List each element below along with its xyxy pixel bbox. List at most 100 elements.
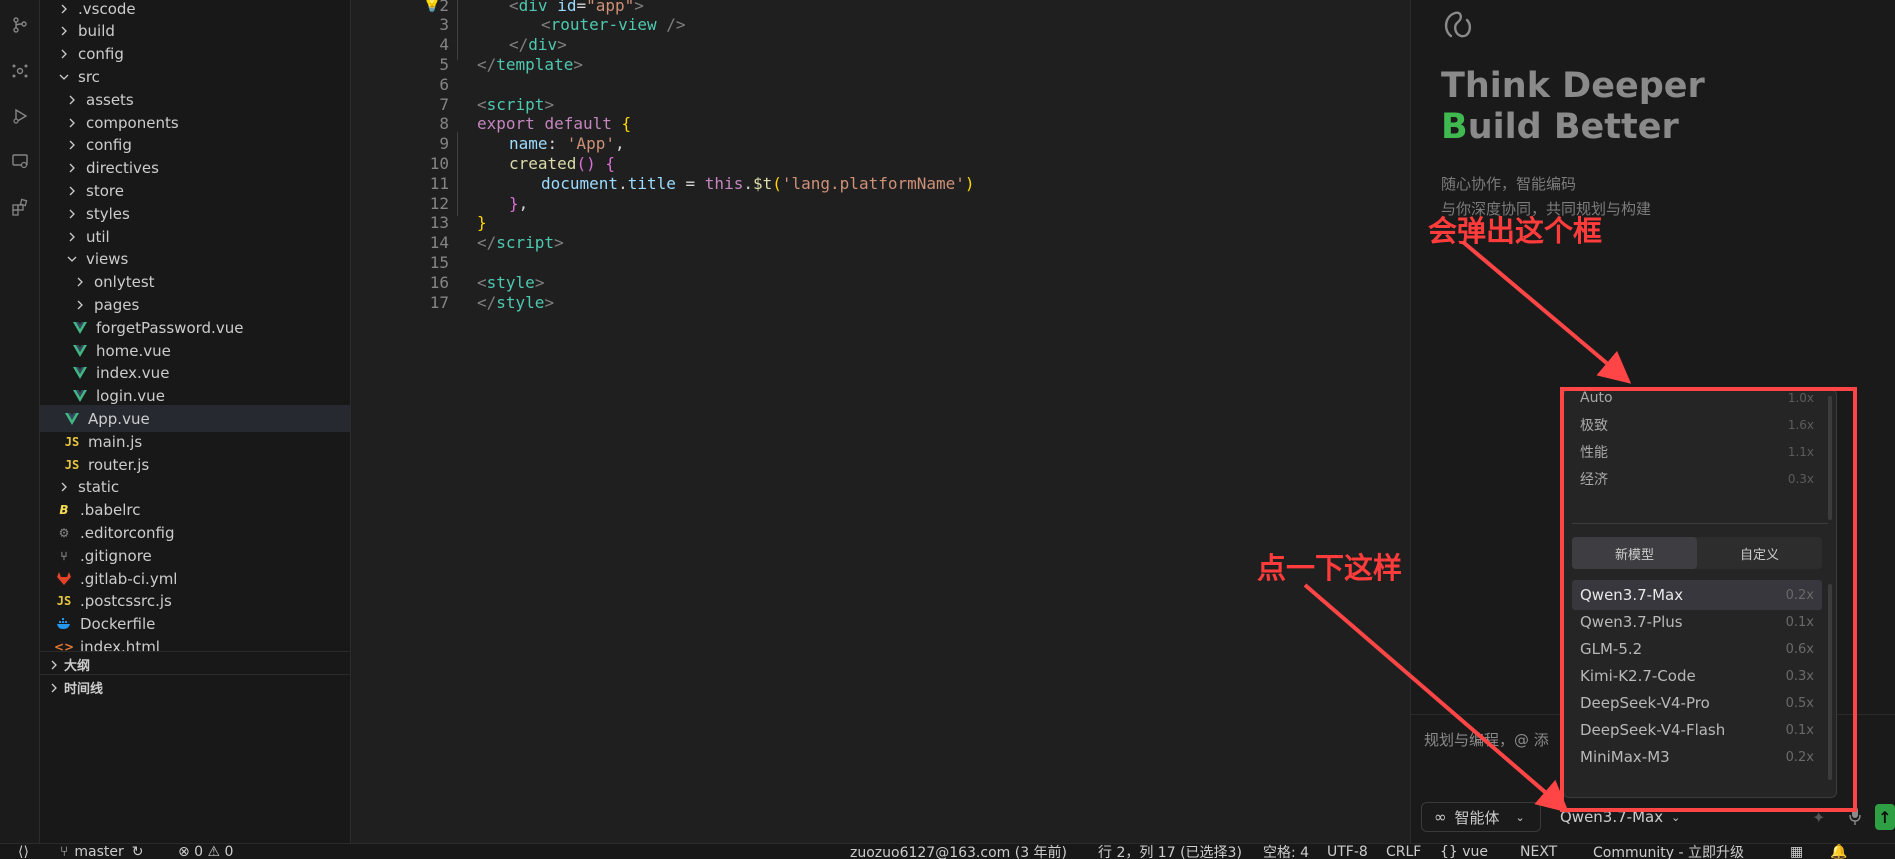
tree-item-label: onlytest — [94, 273, 155, 292]
heading-accent-letter: B — [1441, 107, 1468, 147]
code-content: <router-view /> — [541, 15, 686, 35]
chevron-right-icon — [64, 140, 80, 150]
chevron-down-icon: ⌄ — [1671, 810, 1681, 824]
line-number: 11 — [429, 173, 449, 193]
blame-author[interactable]: zuozuo6127@163.com (3 年前) — [850, 844, 1067, 859]
indentation[interactable]: 空格: 4 — [1263, 844, 1309, 859]
heading-line-2-rest: uild Better — [1467, 107, 1679, 147]
tree-item-label: App.vue — [88, 409, 150, 428]
code-content: </template> — [477, 54, 583, 74]
branch-label: master — [74, 844, 124, 859]
line-number: 7 — [439, 94, 449, 114]
bell-icon[interactable]: 🔔 — [1830, 844, 1847, 859]
chevron-right-icon — [64, 95, 80, 105]
code-content: </script> — [477, 233, 564, 253]
tree-item-label: src — [78, 67, 100, 86]
tree-item-label: build — [78, 22, 115, 41]
section-header[interactable]: 时间线 — [40, 674, 350, 700]
annotation-popup-text: 会弹出这个框 — [1428, 214, 1603, 248]
line-number: 3 — [439, 15, 449, 35]
next-indicator[interactable]: NEXT — [1520, 844, 1557, 859]
chat-input-placeholder: 规划与编程，@ 添 — [1424, 731, 1549, 749]
status-bar: ⟨⟩ ⑂ master ↻ ⊗ 0 ⚠ 0 zuozuo6127@163.com (… — [0, 843, 1895, 859]
chevron-right-icon — [64, 209, 80, 219]
code-content: export default { — [477, 114, 632, 134]
gear-icon: ⚙ — [58, 525, 70, 540]
file-explorer: .vscode build config src assets components con… — [40, 0, 351, 843]
chevron-right-icon — [56, 482, 72, 492]
chevron-right-icon — [44, 660, 64, 670]
code-content: } — [477, 213, 487, 233]
line-endings[interactable]: CRLF — [1386, 844, 1421, 859]
lightbulb-icon[interactable]: 💡 — [422, 0, 442, 13]
section-label: 时间线 — [64, 682, 104, 697]
vue-icon — [72, 321, 88, 334]
tree-item-label: directives — [86, 159, 159, 178]
line-number: 4 — [439, 35, 449, 55]
line-number: 16 — [429, 272, 449, 292]
remote-explorer-icon[interactable] — [9, 150, 31, 172]
source-control-icon[interactable] — [9, 14, 31, 36]
line-number: 6 — [439, 74, 449, 94]
javascript-icon: JS — [56, 594, 72, 609]
line-number: 10 — [429, 153, 449, 173]
layout-icon[interactable]: ▦ — [1790, 844, 1803, 859]
extensions-graph-icon[interactable] — [9, 60, 31, 82]
javascript-icon: JS — [64, 457, 80, 472]
tree-item-label: .gitignore — [80, 546, 152, 565]
code-content: created() { — [509, 153, 615, 173]
branch-indicator[interactable]: ⑂ master ↻ — [60, 844, 144, 859]
send-button[interactable]: ↑ — [1875, 804, 1895, 830]
code-content: }, — [509, 193, 529, 213]
community-upgrade[interactable]: Community - 立即升级 — [1593, 844, 1744, 859]
javascript-icon: JS — [64, 434, 80, 449]
chevron-right-icon — [72, 300, 88, 310]
problems-indicator[interactable]: ⊗ 0 ⚠ 0 — [178, 844, 233, 859]
remote-icon[interactable]: ⟨⟩ — [18, 844, 29, 859]
tree-item-label: .editorconfig — [80, 523, 175, 542]
chevron-right-icon — [72, 277, 88, 287]
line-number: 17 — [429, 292, 449, 312]
line-number: 14 — [429, 233, 449, 253]
heading-line-2: Build Better — [1441, 107, 1705, 148]
tree-item-label: .babelrc — [80, 501, 141, 520]
code-editor[interactable]: 2 <div id="app"> 3 <router-view /> 4 </div> 5 <… — [352, 0, 1410, 843]
mode-selector-button[interactable]: ∞ 智能体 ⌄ — [1421, 802, 1541, 832]
cursor-position[interactable]: 行 2，列 17 (已选择3) — [1098, 844, 1242, 859]
vue-icon — [72, 367, 88, 380]
code-line[interactable]: 17 </style> — [352, 290, 554, 314]
line-number: 9 — [439, 134, 449, 154]
tree-item-label: util — [86, 227, 110, 246]
chevron-right-icon — [44, 683, 64, 693]
docker-icon — [56, 618, 72, 630]
tree-item-label: home.vue — [96, 341, 171, 360]
vue-icon — [72, 390, 88, 403]
chevron-right-icon — [64, 186, 80, 196]
chevron-down-icon — [56, 72, 72, 82]
tree-item-label: .postcssrc.js — [80, 592, 172, 611]
chevron-right-icon — [64, 163, 80, 173]
chevron-right-icon — [64, 232, 80, 242]
tree-item-label: config — [86, 136, 132, 155]
chevron-down-icon — [64, 254, 80, 264]
chevron-right-icon — [56, 4, 72, 14]
babel-icon: B — [59, 503, 69, 518]
chevron-right-icon — [56, 49, 72, 59]
chevron-down-icon: ⌄ — [1515, 810, 1525, 824]
language-mode[interactable]: {} vue — [1440, 844, 1488, 859]
panel-heading: Think Deeper Build Better — [1441, 66, 1705, 148]
run-debug-icon[interactable] — [9, 105, 31, 127]
tree-item-label: assets — [86, 90, 134, 109]
chevron-right-icon — [64, 118, 80, 128]
tree-item-label: components — [86, 113, 179, 132]
encoding[interactable]: UTF-8 — [1327, 844, 1368, 859]
mode-label: 智能体 — [1454, 808, 1500, 827]
line-number: 8 — [439, 114, 449, 134]
code-content: name: 'App', — [509, 134, 625, 154]
gitlab-icon — [56, 572, 72, 585]
tree-item-label: static — [78, 478, 120, 497]
annotation-box — [1560, 387, 1857, 812]
chevron-right-icon — [56, 26, 72, 36]
tree-item-label: views — [86, 250, 129, 269]
extensions-icon[interactable] — [9, 196, 31, 218]
